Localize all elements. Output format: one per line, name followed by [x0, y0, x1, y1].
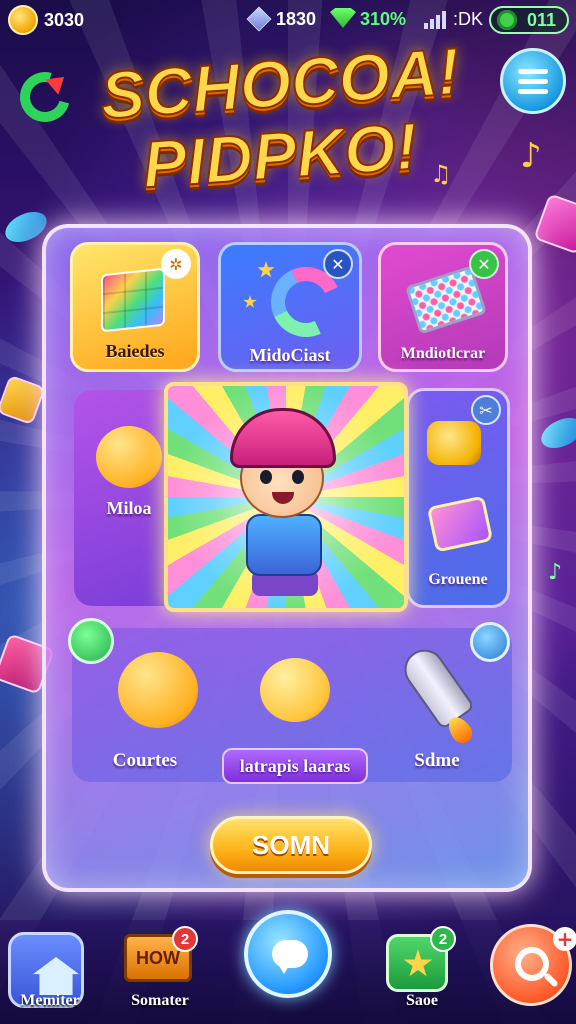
nav-label: Saoe	[406, 992, 438, 1009]
star-icon	[243, 295, 257, 308]
tile-melodic[interactable]: ✕ Mndiotlcrar	[378, 242, 508, 372]
item-label: Courtes	[112, 750, 178, 771]
settings-gear-icon[interactable]: ✲	[161, 249, 191, 279]
wifi-value: 310%	[360, 9, 407, 29]
clover-icon	[497, 10, 517, 30]
menu-icon	[518, 68, 548, 74]
sun-creature-icon	[96, 426, 162, 488]
coin-icon	[8, 5, 38, 35]
puzzle-cube-icon	[101, 267, 165, 333]
gem-count: 1830	[276, 9, 317, 29]
nav-home[interactable]: Memiter	[0, 920, 100, 1024]
featured-character-card[interactable]	[164, 382, 408, 612]
floating-cube-deco	[533, 193, 576, 255]
floating-cube-deco	[0, 374, 46, 426]
item-latrapis[interactable]: latrapis laaras	[218, 628, 368, 784]
close-icon[interactable]: ✕	[323, 249, 353, 279]
drum-icon	[427, 421, 481, 465]
coin-count: 3030	[44, 9, 85, 30]
tile-label: Baiedes	[105, 341, 165, 361]
tools-icon[interactable]: ✂	[471, 395, 501, 425]
menu-button[interactable]	[500, 48, 566, 114]
tile-grouene[interactable]: ✂ Grouene	[406, 388, 510, 608]
tile-label: MidoCiast	[249, 345, 331, 365]
battery-value: 011	[527, 9, 557, 30]
signal-value: :DK	[453, 9, 484, 29]
battery-indicator: 011	[489, 6, 569, 34]
plus-icon: +	[553, 927, 576, 951]
item-courtes[interactable]: Courtes	[72, 628, 218, 782]
search-button[interactable]: +	[490, 924, 576, 1006]
item-label-pill: latrapis laaras	[222, 748, 368, 784]
game-title: SCHOCOA! PIDPKO!	[60, 33, 500, 203]
coin-counter: 3030	[8, 5, 108, 35]
item-row: Courtes latrapis laaras Sdme	[68, 618, 512, 784]
tablet-icon	[426, 495, 494, 553]
chat-bubble-icon	[272, 940, 308, 974]
music-note-icon: ♪	[520, 136, 542, 176]
nav-how[interactable]: HOW 2 Somater	[110, 920, 210, 1024]
character-eye	[260, 470, 272, 484]
gem-icon	[246, 6, 272, 32]
character-body	[246, 514, 322, 576]
notification-badge: 2	[172, 926, 198, 952]
rocket-icon	[396, 641, 476, 731]
star-icon	[403, 949, 433, 977]
nav-label: Memiter	[20, 992, 80, 1009]
close-icon[interactable]: ✕	[469, 249, 499, 279]
nav-label: Somater	[131, 992, 189, 1009]
chat-button[interactable]	[244, 910, 332, 998]
music-note-icon: ♪	[548, 560, 563, 585]
orange-creature-icon	[118, 652, 198, 728]
tile-label: Mndiotlcrar	[400, 345, 486, 362]
star-icon	[257, 261, 275, 278]
floating-disc-deco	[536, 411, 576, 455]
home-icon	[33, 957, 79, 995]
character-eye	[292, 470, 304, 484]
somn-button[interactable]: SOMN	[210, 816, 372, 874]
tile-mido[interactable]: ✕ MidoCiast	[218, 242, 362, 372]
nav-search[interactable]: +	[486, 920, 576, 1024]
item-sdme[interactable]: Sdme	[364, 628, 510, 782]
nav-stars[interactable]: 2 Saoe	[372, 920, 472, 1024]
game-menu-panel: ✲ Baiedes ✕ MidoCiast ✕ Mndiotlcrar Milo…	[42, 224, 532, 892]
wifi-icon	[330, 8, 356, 28]
fruit-creature-icon	[260, 658, 330, 722]
status-bar: 3030 1830 310% :DK 011	[0, 0, 576, 40]
tile-label: Grouene	[428, 571, 488, 588]
notification-badge: 2	[430, 926, 456, 952]
tile-blocks[interactable]: ✲ Baiedes	[70, 242, 200, 372]
signal-bars-icon	[424, 9, 448, 29]
item-label: Sdme	[414, 750, 460, 771]
